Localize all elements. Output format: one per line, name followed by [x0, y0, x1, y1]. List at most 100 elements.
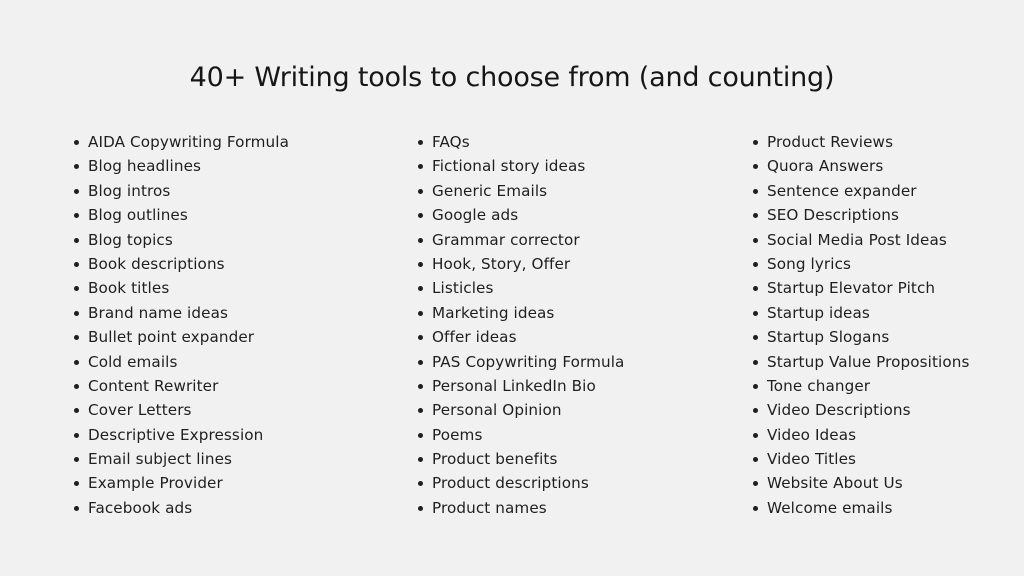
list-item: Startup Value Propositions — [751, 350, 970, 374]
list-item-label: Google ads — [432, 206, 519, 225]
list-item: Blog intros — [72, 179, 289, 203]
bullet-icon — [753, 335, 758, 341]
list-item-label: Grammar corrector — [432, 230, 580, 249]
list-item: Video Ideas — [751, 423, 970, 447]
bullet-icon — [753, 140, 758, 145]
list-item: AIDA Copywriting Formula — [72, 130, 289, 154]
list-item-label: Startup Elevator Pitch — [767, 279, 936, 298]
list-item: Brand name ideas — [72, 301, 289, 325]
list-item: Personal Opinion — [416, 398, 624, 422]
bullet-icon — [74, 310, 79, 316]
list-item: Content Rewriter — [72, 374, 289, 398]
list-item: Offer ideas — [416, 325, 624, 349]
bullet-icon — [74, 408, 79, 414]
bullet-icon — [74, 261, 79, 267]
list-item: Google ads — [416, 203, 624, 227]
list-item-label: Personal LinkedIn Bio — [432, 376, 596, 395]
list-item: Video Descriptions — [751, 398, 970, 422]
bullet-icon — [753, 432, 758, 438]
list-item-label: Bullet point expander — [88, 328, 255, 347]
list-item: Startup Elevator Pitch — [751, 276, 970, 300]
list-item: Example Provider — [72, 471, 289, 495]
bullet-icon — [753, 310, 758, 316]
list-item-label: Blog outlines — [88, 206, 188, 225]
list-item-label: Poems — [432, 425, 483, 444]
list-item-label: Book descriptions — [88, 254, 225, 273]
list-item: Bullet point expander — [72, 325, 289, 349]
list-item-label: PAS Copywriting Formula — [432, 352, 625, 371]
list-item: Cold emails — [72, 350, 289, 374]
bullet-icon — [753, 505, 758, 511]
list-item: FAQs — [416, 130, 624, 154]
bullet-icon — [418, 505, 423, 511]
list-item-label: Sentence expander — [767, 181, 917, 200]
list-item-label: Startup Value Propositions — [767, 352, 970, 371]
bullet-icon — [74, 188, 79, 194]
list-item-label: Content Rewriter — [88, 376, 219, 395]
list-item-label: Product benefits — [432, 450, 558, 469]
list-item-label: Hook, Story, Offer — [432, 254, 571, 273]
bullet-icon — [418, 383, 423, 389]
list-item: Social Media Post Ideas — [751, 228, 970, 252]
bullet-icon — [418, 457, 423, 463]
list-item-label: Startup ideas — [767, 303, 870, 322]
list-item: Product benefits — [416, 447, 624, 471]
list-item-label: AIDA Copywriting Formula — [88, 133, 290, 151]
tools-list-column-1: AIDA Copywriting Formula Blog headlines Bl… — [72, 130, 289, 520]
bullet-icon — [418, 188, 423, 194]
bullet-icon — [74, 383, 79, 389]
list-item-label: Welcome emails — [767, 498, 893, 517]
list-item-label: Brand name ideas — [88, 303, 228, 322]
tools-list-column-2: FAQs Fictional story ideas Generic Emails G… — [416, 130, 624, 520]
list-item-label: Generic Emails — [432, 181, 548, 200]
bullet-icon — [74, 164, 79, 170]
list-item: Website About Us — [751, 471, 970, 495]
bullet-icon — [418, 408, 423, 414]
list-item: Startup Slogans — [751, 325, 970, 349]
list-item-label: Quora Answers — [767, 157, 884, 176]
list-item-label: Blog topics — [88, 230, 173, 249]
list-item: SEO Descriptions — [751, 203, 970, 227]
list-item-label: Product Reviews — [767, 133, 894, 151]
list-item: Book descriptions — [72, 252, 289, 276]
list-item: Tone changer — [751, 374, 970, 398]
list-item-label: Personal Opinion — [432, 401, 562, 420]
bullet-icon — [753, 188, 758, 194]
bullet-icon — [753, 213, 758, 219]
list-item-label: Social Media Post Ideas — [767, 230, 947, 249]
bullet-icon — [418, 140, 423, 145]
list-item: Fictional story ideas — [416, 154, 624, 178]
list-item: Generic Emails — [416, 179, 624, 203]
list-item: PAS Copywriting Formula — [416, 350, 624, 374]
list-item-label: Cover Letters — [88, 401, 192, 420]
list-item-label: Song lyrics — [767, 254, 852, 273]
list-item: Blog headlines — [72, 154, 289, 178]
bullet-icon — [418, 310, 423, 316]
bullet-icon — [74, 335, 79, 341]
list-item: Book titles — [72, 276, 289, 300]
bullet-icon — [418, 481, 423, 487]
bullet-icon — [418, 359, 423, 365]
bullet-icon — [418, 237, 423, 243]
list-item-label: SEO Descriptions — [767, 206, 900, 225]
list-item: Welcome emails — [751, 496, 970, 520]
bullet-icon — [753, 237, 758, 243]
list-item: Blog outlines — [72, 203, 289, 227]
list-item-label: Tone changer — [767, 376, 871, 395]
bullet-icon — [74, 140, 79, 145]
list-item-label: Facebook ads — [88, 498, 193, 517]
bullet-icon — [74, 286, 79, 292]
list-item: Facebook ads — [72, 496, 289, 520]
bullet-icon — [753, 261, 758, 267]
list-item-label: Video Descriptions — [767, 401, 911, 420]
bullet-icon — [753, 408, 758, 414]
bullet-icon — [753, 359, 758, 365]
list-item: Product descriptions — [416, 471, 624, 495]
list-item: Startup ideas — [751, 301, 970, 325]
list-item-label: Listicles — [432, 279, 494, 298]
list-item-label: Video Ideas — [767, 425, 857, 444]
list-item: Blog topics — [72, 228, 289, 252]
list-item-label: Email subject lines — [88, 450, 233, 469]
list-item: Poems — [416, 423, 624, 447]
page-title: 40+ Writing tools to choose from (and co… — [189, 62, 835, 93]
